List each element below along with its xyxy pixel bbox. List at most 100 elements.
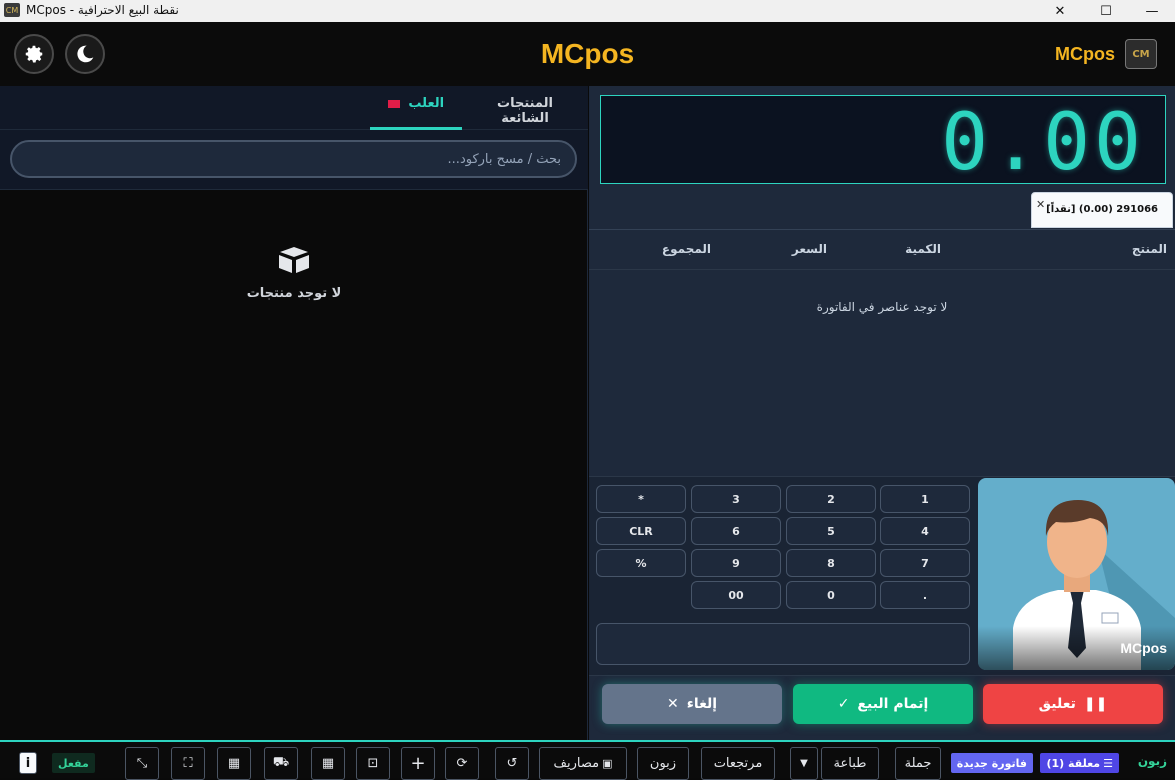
tab-popular-products[interactable]: المنتجات الشائعة (480, 96, 570, 130)
grid-icon: ▦ (227, 756, 241, 771)
maximize-button[interactable]: ☐ (1083, 0, 1129, 22)
cancel-button[interactable]: إلغاء ✕ (602, 684, 782, 724)
col-qty: الكمية (905, 242, 941, 256)
invoice-table-header: المنتج الكمية السعر المجموع (589, 230, 1175, 270)
check-icon: ✓ (837, 696, 850, 712)
products-tabs: المنتجات الشائعة العلب (0, 86, 588, 130)
search-bar (0, 130, 588, 190)
fullscreen-button[interactable]: ⛶ (171, 747, 205, 780)
keypad-input[interactable] (596, 623, 970, 665)
print-button[interactable]: طباعة (821, 747, 879, 780)
key-percent[interactable]: % (596, 549, 686, 577)
products-panel: المنتجات الشائعة العلب لا توجد منتجات (0, 86, 588, 740)
key-7[interactable]: 7 (880, 549, 970, 577)
key-decimal[interactable]: . (880, 581, 970, 609)
key-00[interactable]: 00 (691, 581, 781, 609)
complete-label: إتمام البيع (857, 696, 929, 712)
cashier-card: MCpos (978, 478, 1175, 670)
compress-icon: ⤡ (136, 756, 148, 771)
qr-button[interactable]: ▦ (311, 747, 345, 780)
empty-products-text: لا توجد منتجات (246, 286, 342, 301)
brand: MCpos CM (1055, 39, 1157, 69)
key-3[interactable]: 3 (691, 485, 781, 513)
money-icon: ▣ (602, 757, 613, 770)
key-multiply[interactable]: * (596, 485, 686, 513)
empty-products-state: لا توجد منتجات (0, 246, 588, 301)
tab-label: العلب (408, 96, 445, 111)
window-title-area: CM MCpos - نقطة البيع الاحترافية (4, 3, 185, 17)
box-icon (279, 247, 309, 273)
exit-fullscreen-button[interactable]: ⤡ (125, 747, 159, 780)
window-titlebar: CM MCpos - نقطة البيع الاحترافية — ☐ ✕ (0, 0, 1175, 22)
app-logo-icon: CM (4, 3, 20, 17)
flag-icon (387, 99, 400, 108)
plus-icon: + (410, 753, 426, 774)
col-total: المجموع (661, 242, 711, 256)
expand-icon: ⛶ (183, 756, 193, 771)
total-amount: 0.00 (941, 98, 1145, 188)
key-9[interactable]: 9 (691, 549, 781, 577)
search-input[interactable] (10, 140, 577, 178)
minimize-button[interactable]: — (1129, 0, 1175, 22)
cancel-label: إلغاء (686, 696, 718, 712)
returns-button[interactable]: مرتجعات (701, 747, 775, 780)
keypad-zone: 1 2 3 * 4 5 6 CLR 7 8 9 % . 0 00 MCpos ❚… (589, 476, 1175, 741)
complete-sale-button[interactable]: إتمام البيع ✓ (793, 684, 973, 724)
col-price: السعر (791, 242, 827, 256)
cart-icon: ⛟ (272, 755, 290, 770)
invoice-tabs: ✕ 291066 (0.00) [نقداً] (589, 192, 1175, 230)
expenses-label: مصاريف (553, 756, 600, 771)
history-button[interactable]: ↺ (495, 747, 529, 780)
key-2[interactable]: 2 (786, 485, 876, 513)
refresh-icon: ⟳ (456, 756, 468, 771)
key-4[interactable]: 4 (880, 517, 970, 545)
invoice-tab[interactable]: ✕ 291066 (0.00) [نقداً] (1031, 192, 1173, 228)
caret-down-icon: ▼ (800, 758, 808, 769)
suspend-label: تعليق (1038, 696, 1076, 712)
close-invoice-icon[interactable]: ✕ (1036, 198, 1045, 211)
key-5[interactable]: 5 (786, 517, 876, 545)
cashier-name: MCpos (1120, 640, 1167, 656)
key-clear[interactable]: CLR (596, 517, 686, 545)
invoice-panel: 0.00 ✕ 291066 (0.00) [نقداً] المنتج الكم… (589, 86, 1175, 741)
close-window-button[interactable]: ✕ (1037, 0, 1083, 22)
x-icon: ✕ (666, 696, 679, 712)
suspended-invoices-badge[interactable]: ☰ معلقة (1) (1040, 753, 1119, 773)
key-8[interactable]: 8 (786, 549, 876, 577)
qr-icon: ▦ (321, 756, 335, 771)
key-1[interactable]: 1 (880, 485, 970, 513)
history-icon: ↺ (506, 756, 518, 771)
suspended-badge-label: معلقة (1) (1046, 756, 1101, 770)
window-controls: — ☐ ✕ (1037, 0, 1175, 22)
key-6[interactable]: 6 (691, 517, 781, 545)
expenses-button[interactable]: ▣ مصاريف (539, 747, 627, 780)
total-display: 0.00 (600, 95, 1166, 188)
empty-invoice-text: لا توجد عناصر في الفاتورة (816, 300, 948, 314)
print-options-button[interactable]: ▼ (790, 747, 818, 780)
page-title: MCpos (540, 38, 635, 69)
refresh-button[interactable]: ⟳ (445, 747, 479, 780)
brand-logo: CM (1125, 39, 1157, 69)
invoice-items: لا توجد عناصر في الفاتورة (589, 270, 1175, 476)
key-0[interactable]: 0 (786, 581, 876, 609)
customer-label: زبون (1137, 754, 1167, 768)
wholesale-button[interactable]: جملة (895, 747, 941, 780)
cash-drawer-button[interactable]: ⊡ (356, 747, 390, 780)
safe-icon: ⊡ (367, 756, 379, 771)
window-title: MCpos - نقطة البيع الاحترافية (26, 3, 179, 17)
app-header: MCpos MCpos CM (0, 22, 1175, 86)
footer-toolbar: زبون ☰ معلقة (1) فاتورة جديدة جملة طباعة… (0, 740, 1175, 780)
action-bar: ❚❚ تعليق إتمام البيع ✓ إلغاء ✕ (589, 675, 1175, 741)
suspend-button[interactable]: ❚❚ تعليق (983, 684, 1163, 724)
calculator-button[interactable]: ▦ (217, 747, 251, 780)
customer-button[interactable]: زبون (637, 747, 689, 780)
col-product: المنتج (1131, 242, 1167, 256)
cart-button[interactable]: ⛟ (264, 747, 298, 780)
info-button[interactable]: i (19, 752, 37, 774)
add-button[interactable]: + (401, 747, 435, 780)
pause-icon: ❚❚ (1083, 696, 1108, 712)
invoice-tab-label: 291066 (0.00) [نقداً] (1046, 204, 1158, 215)
brand-name: MCpos (1055, 43, 1115, 64)
new-invoice-badge[interactable]: فاتورة جديدة (950, 753, 1033, 773)
tab-boxes[interactable]: العلب (370, 96, 462, 130)
